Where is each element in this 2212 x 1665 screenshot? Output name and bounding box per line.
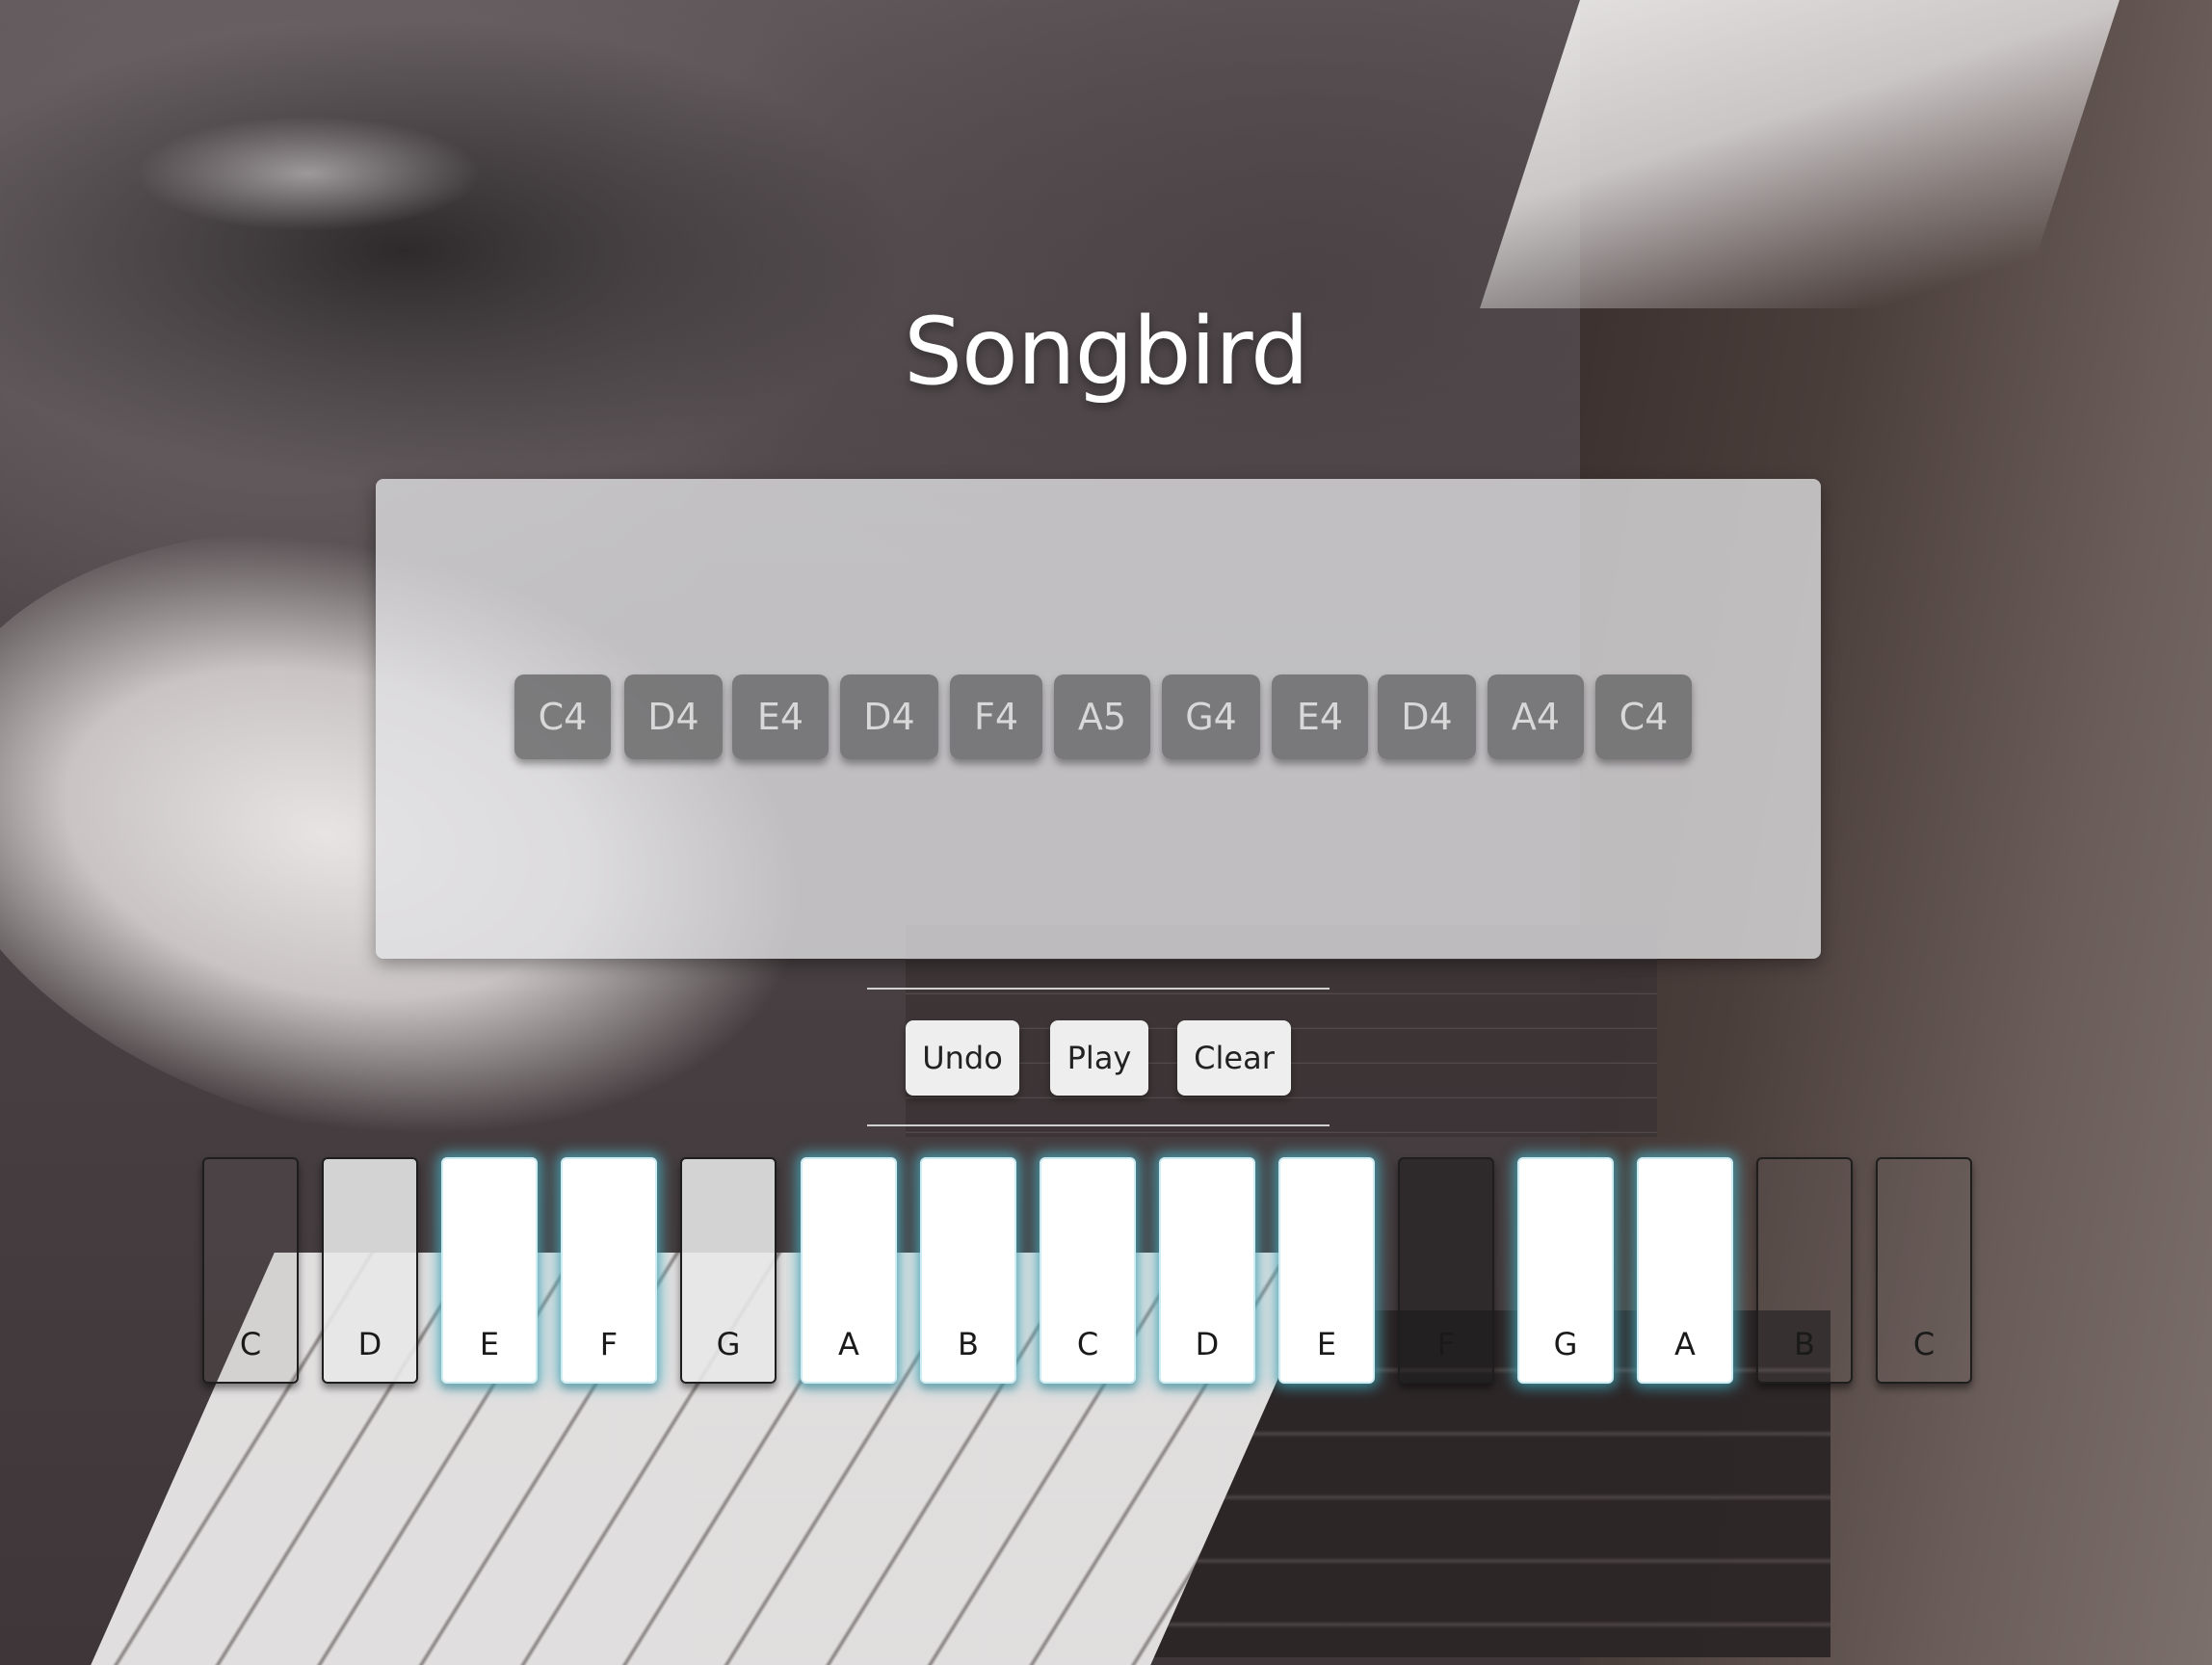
note-chip[interactable]: A5 [1054,674,1150,759]
piano-key-label: D [1195,1326,1220,1362]
piano-key[interactable]: F [1398,1157,1494,1384]
note-chip[interactable]: C4 [1595,674,1692,759]
piano-key-label: F [599,1326,619,1362]
piano-key-label: E [1316,1326,1337,1362]
piano-key[interactable]: F [561,1157,657,1384]
piano-key-label: C [1912,1326,1936,1362]
piano-key-label: B [958,1326,979,1362]
note-chip[interactable]: D4 [624,674,723,759]
note-chip[interactable]: D4 [1378,674,1476,759]
piano-key-label: G [1553,1326,1578,1362]
piano-key[interactable]: A [801,1157,897,1384]
note-chip[interactable]: E4 [1272,674,1368,759]
piano-key[interactable]: E [441,1157,538,1384]
background-highlight [135,116,482,231]
piano-key-label: E [479,1326,500,1362]
note-chip[interactable]: F4 [950,674,1042,759]
piano-key[interactable]: B [1756,1157,1853,1384]
note-chip[interactable]: G4 [1162,674,1260,759]
app-title: Songbird [904,298,1309,406]
note-chip[interactable]: D4 [840,674,938,759]
piano-key[interactable]: A [1637,1157,1733,1384]
background-blur [0,0,963,501]
clear-button[interactable]: Clear [1177,1020,1291,1096]
piano-key[interactable]: D [1159,1157,1255,1384]
note-chip[interactable]: A4 [1488,674,1584,759]
piano-key-label: A [1674,1326,1696,1362]
piano-key-label: D [357,1326,382,1362]
divider-top [867,988,1330,990]
piano-key-label: C [1076,1326,1099,1362]
piano-key[interactable]: G [1517,1157,1614,1384]
piano-key[interactable]: C [1040,1157,1136,1384]
note-chip[interactable]: C4 [514,674,611,759]
piano-key[interactable]: E [1278,1157,1375,1384]
divider-bottom [867,1124,1330,1126]
songbird-app: Songbird C4 D4 E4 D4 F4 A5 G4 E4 D4 A4 C… [0,0,2212,1665]
piano-key-label: F [1436,1326,1456,1362]
piano-key-label: B [1794,1326,1815,1362]
piano-key[interactable]: C [202,1157,299,1384]
piano-key-label: A [838,1326,859,1362]
piano-key[interactable]: B [920,1157,1016,1384]
undo-button[interactable]: Undo [906,1020,1019,1096]
note-chip[interactable]: E4 [732,674,829,759]
piano-key[interactable]: G [680,1157,777,1384]
play-button[interactable]: Play [1050,1020,1148,1096]
piano-key[interactable]: C [1876,1157,1972,1384]
note-sequence-panel: C4 D4 E4 D4 F4 A5 G4 E4 D4 A4 C4 [376,479,1821,959]
piano-key-label: C [239,1326,262,1362]
piano-key[interactable]: D [322,1157,418,1384]
piano-key-label: G [716,1326,741,1362]
background-sheet-music [1480,0,2120,308]
